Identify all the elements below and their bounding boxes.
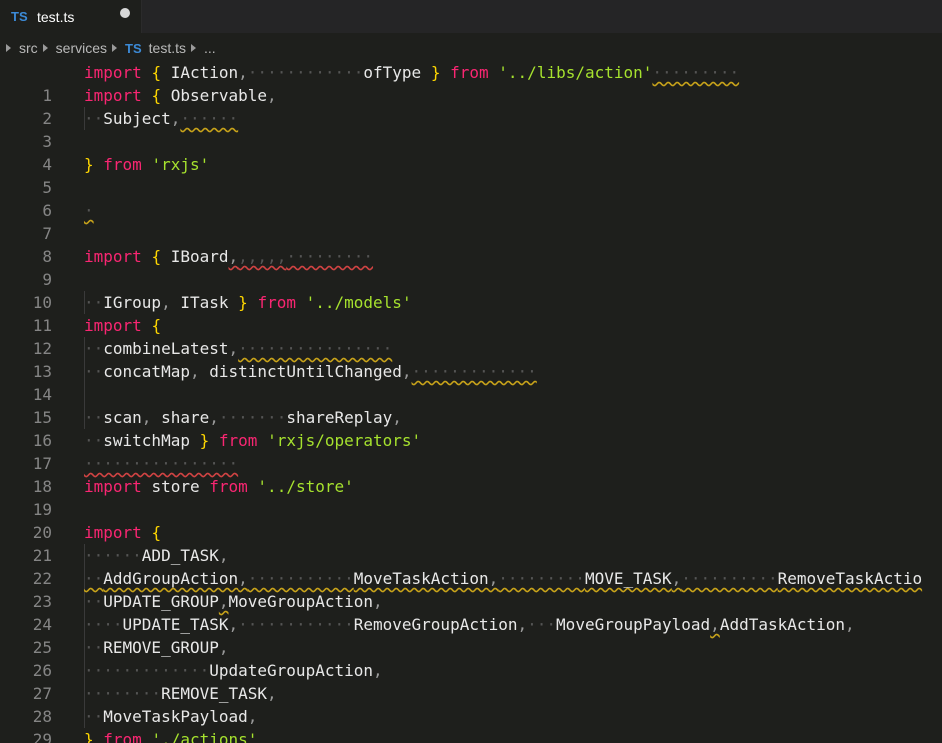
code-line: 3 ··Subject,······ [0, 107, 942, 151]
code-line: 14 ··concatMap, distinctUntilChanged,···… [0, 360, 942, 404]
identifier: IAction [170, 63, 239, 82]
breadcrumb-item-file[interactable]: test.ts [149, 40, 186, 56]
code-line: 26 ··REMOVE_GROUP, [0, 636, 942, 680]
identifier: ofType [363, 63, 422, 82]
chevron-right-icon [191, 44, 197, 52]
identifier: shareReplay [286, 408, 393, 427]
string: 'rxjs/operators' [267, 431, 422, 450]
keyword: import [84, 316, 142, 335]
keyword: from [209, 477, 248, 496]
keyword: import [84, 247, 142, 266]
typescript-file-icon: TS [11, 9, 28, 24]
code-line: 16 ··scan, share,·······shareReplay, [0, 406, 942, 450]
code-line: 12 import { [0, 314, 942, 358]
identifier: Observable [170, 86, 268, 105]
code-line: 4 [0, 130, 942, 174]
identifier: share [161, 408, 210, 427]
keyword: from [218, 431, 258, 450]
code-editor[interactable]: 1 import { IAction,············ofType } … [0, 61, 942, 743]
string: './actions' [151, 730, 258, 743]
code-line: 9 import { IBoard,,,,,,········· [0, 245, 942, 289]
identifier: MoveGroupPayload [556, 615, 711, 634]
identifier: distinctUntilChanged [209, 362, 402, 381]
code-line: 18 ················ [0, 452, 942, 496]
keyword: import [84, 86, 142, 105]
code-line: 15 [0, 383, 942, 427]
identifier: RemoveTaskActio [777, 569, 923, 588]
tab-bar: TS test.ts [0, 0, 942, 33]
string: '../store' [257, 477, 354, 496]
chevron-right-icon [112, 44, 118, 52]
code-line: 22 ······ADD_TASK, [0, 544, 942, 588]
typescript-file-icon: TS [125, 40, 142, 56]
code-line: 28 ········REMOVE_TASK, [0, 682, 942, 726]
code-line: 8 [0, 222, 942, 266]
identifier: Subject [103, 109, 171, 128]
code-line: 13 ··combineLatest,················ [0, 337, 942, 381]
identifier: ITask [180, 293, 229, 312]
code-line: 2 import { Observable, [0, 84, 942, 128]
identifier: RemoveGroupAction [353, 615, 518, 634]
identifier: REMOVE_GROUP [103, 638, 219, 657]
identifier: store [151, 477, 200, 496]
code-line: 29 ··MoveTaskPayload, [0, 705, 942, 743]
keyword: from [257, 293, 296, 312]
identifier: MoveTaskPayload [103, 707, 248, 726]
keyword: import [84, 63, 142, 82]
code-line: 11 ··IGroup, ITask } from '../models' [0, 291, 942, 335]
chevron-right-icon [42, 44, 48, 52]
code-line: 1 import { IAction,············ofType } … [0, 61, 942, 105]
keyword: import [84, 477, 142, 496]
identifier: ADD_TASK [141, 546, 219, 565]
tab-test-ts[interactable]: TS test.ts [0, 0, 142, 33]
code-line: 24 ··UPDATE_GROUP,MoveGroupAction, [0, 590, 942, 634]
keyword: from [103, 155, 142, 174]
identifier: UpdateGroupAction [209, 661, 373, 680]
identifier: AddTaskAction [719, 615, 846, 634]
identifier: MoveTaskAction [353, 569, 489, 588]
keyword: import [84, 523, 142, 542]
identifier: UPDATE_TASK [122, 615, 229, 634]
breadcrumb-item-services[interactable]: services [56, 40, 107, 56]
unsaved-changes-dot-icon[interactable] [120, 8, 130, 18]
identifier: IBoard [170, 247, 229, 266]
identifier: concatMap [103, 362, 190, 381]
string: 'rxjs' [151, 155, 210, 174]
identifier: REMOVE_TASK [161, 684, 268, 703]
identifier: IGroup [103, 293, 162, 312]
code-line: 7 · [0, 199, 942, 243]
identifier: MOVE_TASK [584, 569, 672, 588]
identifier: scan [103, 408, 142, 427]
code-line: 21 import { [0, 521, 942, 565]
string: '../models' [305, 293, 412, 312]
identifier: UPDATE_GROUP [103, 592, 219, 611]
keyword: from [103, 730, 142, 743]
code-line: 19 import store from '../store' [0, 475, 942, 519]
code-line: 25 ····UPDATE_TASK,············RemoveGro… [0, 613, 942, 657]
identifier: switchMap [103, 431, 190, 450]
code-line: 30 } from './actions' [0, 728, 942, 743]
identifier: AddGroupAction [103, 569, 239, 588]
keyword: from [450, 63, 489, 82]
chevron-right-icon [6, 44, 11, 52]
breadcrumb: src services TS test.ts ... [0, 37, 942, 59]
code-line: 27 ·············UpdateGroupAction, [0, 659, 942, 703]
identifier: combineLatest [103, 339, 229, 358]
code-line: 6 [0, 176, 942, 220]
string: '../libs/action' [498, 63, 653, 82]
identifier: MoveGroupAction [228, 592, 374, 611]
code-line: 17 ··switchMap } from 'rxjs/operators' [0, 429, 942, 473]
code-line: 5 } from 'rxjs' [0, 153, 942, 197]
breadcrumb-item-symbols[interactable]: ... [204, 40, 216, 56]
code-line: 20 [0, 498, 942, 542]
tab-label: test.ts [37, 8, 75, 25]
code-line: 10 [0, 268, 942, 312]
breadcrumb-item-src[interactable]: src [19, 40, 38, 56]
code-line: 23 ··AddGroupAction,···········MoveTaskA… [0, 567, 942, 611]
